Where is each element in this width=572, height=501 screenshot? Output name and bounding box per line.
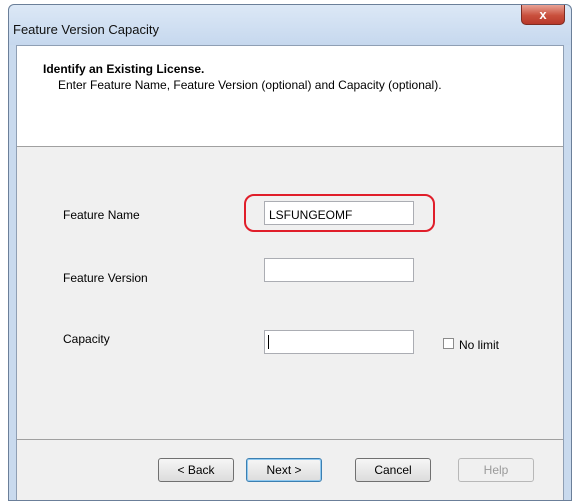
next-button[interactable]: Next > — [246, 458, 322, 482]
capacity-label: Capacity — [63, 332, 110, 346]
help-button[interactable]: Help — [458, 458, 534, 482]
feature-version-label: Feature Version — [63, 271, 148, 285]
page-subtitle: Enter Feature Name, Feature Version (opt… — [58, 78, 442, 92]
close-icon: x — [539, 7, 547, 22]
capacity-input[interactable] — [264, 330, 414, 354]
wizard-header: Identify an Existing License. Enter Feat… — [17, 46, 563, 147]
back-button[interactable]: < Back — [158, 458, 234, 482]
no-limit-label[interactable]: No limit — [459, 338, 499, 352]
dialog-window: Feature Version Capacity x Identify an E… — [8, 4, 572, 501]
title-bar[interactable]: Feature Version Capacity x — [9, 5, 571, 45]
page-title: Identify an Existing License. — [43, 62, 205, 76]
close-button[interactable]: x — [521, 5, 565, 25]
feature-name-input[interactable] — [264, 201, 414, 225]
dialog-client-area: Identify an Existing License. Enter Feat… — [16, 45, 564, 500]
feature-name-label: Feature Name — [63, 208, 140, 222]
cancel-button[interactable]: Cancel — [355, 458, 431, 482]
feature-version-input[interactable] — [264, 258, 414, 282]
window-title: Feature Version Capacity — [13, 22, 159, 37]
footer-divider — [17, 439, 563, 440]
no-limit-checkbox[interactable] — [443, 338, 454, 349]
text-caret — [268, 335, 269, 349]
